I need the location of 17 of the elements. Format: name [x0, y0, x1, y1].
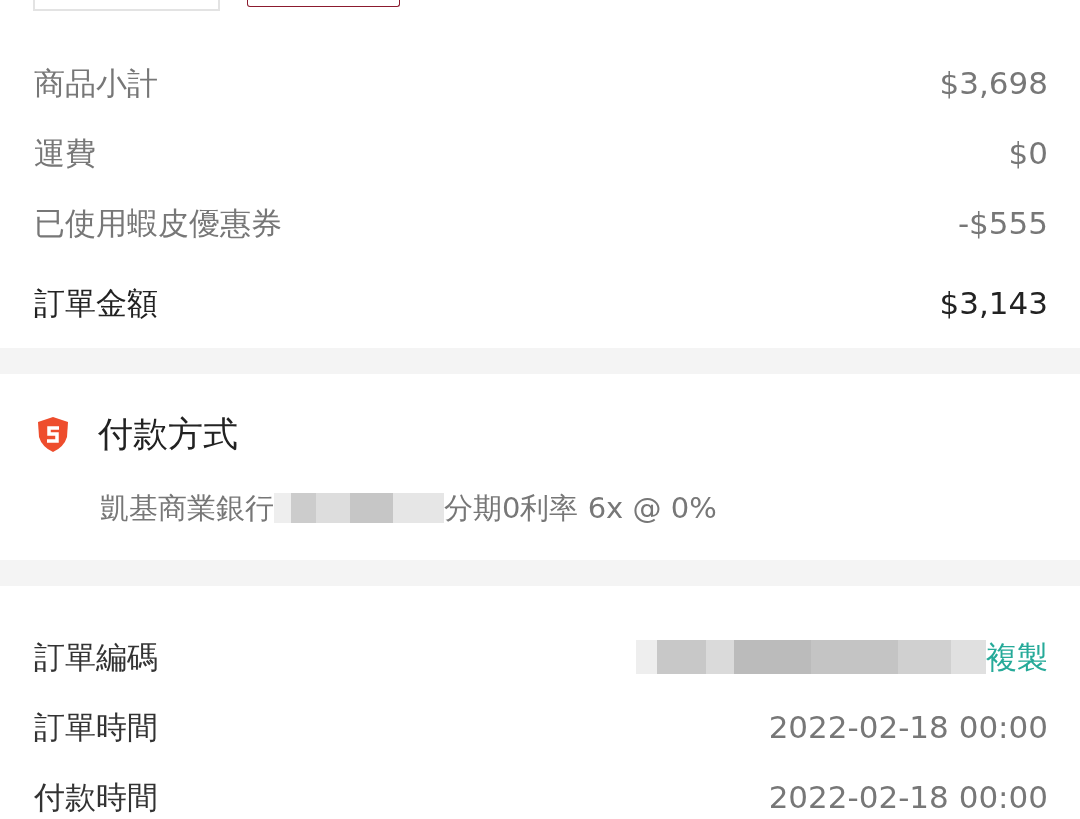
summary-label: 運費 — [34, 133, 96, 173]
summary-label: 商品小計 — [34, 63, 158, 103]
section-title: 付款方式 — [98, 413, 238, 456]
info-value: 2022-02-18 00:00 — [768, 777, 1048, 817]
summary-amount: $0 — [1008, 133, 1048, 173]
summary-label: 已使用蝦皮優惠券 — [34, 203, 282, 243]
total-amount: $3,143 — [939, 283, 1048, 323]
payment-method: 分期0利率 6x @ 0% — [444, 489, 717, 527]
copy-link[interactable]: 複製 — [986, 633, 1048, 681]
payment-method: 凱基商業銀行 — [100, 489, 274, 527]
total-label: 訂單金額 — [34, 283, 158, 323]
info-value: 2022-02-18 00:00 — [768, 707, 1048, 747]
info-label: 付款時間 — [34, 777, 158, 817]
info-label: 訂單編碼 — [34, 637, 158, 677]
summary-amount: $3,698 — [939, 63, 1048, 103]
summary-amount: -$555 — [957, 203, 1048, 243]
info-label: 訂單時間 — [34, 707, 158, 747]
